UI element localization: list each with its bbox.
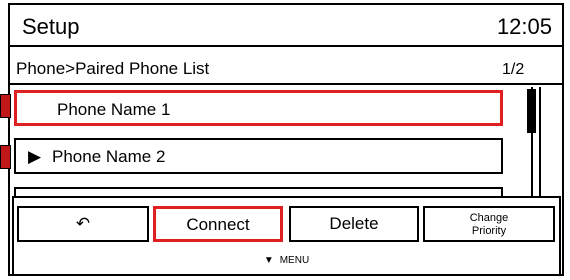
back-icon: ↶ — [75, 214, 91, 233]
menu-panel: ↶ Connect Delete Change Priority ▼ MENU — [12, 196, 561, 276]
list-item-label: Phone Name 2 — [52, 147, 166, 166]
delete-button[interactable]: Delete — [289, 206, 419, 242]
breadcrumb: Phone>Paired Phone List — [16, 59, 210, 78]
play-marker-icon: ▶ — [28, 147, 42, 166]
list-item-label: Phone Name 1 — [57, 100, 171, 119]
delete-label: Delete — [329, 214, 379, 233]
clock: 12:05 — [496, 14, 552, 39]
left-indicator-tab — [0, 145, 11, 169]
menu-hint[interactable]: ▼ MENU — [14, 255, 559, 266]
scrollbar-thumb[interactable] — [527, 89, 536, 133]
page-indicator: 1/2 — [502, 61, 525, 78]
connect-label: Connect — [186, 215, 250, 234]
change-priority-label-line2: Priority — [471, 225, 507, 237]
back-button[interactable]: ↶ — [17, 206, 149, 242]
breadcrumb-row: Phone>Paired Phone List 1/2 — [10, 47, 562, 85]
connect-button[interactable]: Connect — [153, 206, 283, 242]
change-priority-button[interactable]: Change Priority — [423, 206, 555, 242]
menu-down-arrow-icon: ▼ — [263, 255, 274, 266]
header-bar: Setup 12:05 — [10, 5, 562, 47]
list-item-phone-1[interactable]: Phone Name 1 — [14, 90, 503, 126]
list-item-phone-2[interactable]: ▶ Phone Name 2 — [14, 138, 503, 174]
setup-screen: Setup 12:05 Phone>Paired Phone List 1/2 … — [8, 3, 564, 276]
menu-hint-label: MENU — [279, 255, 310, 266]
left-indicator-tab — [0, 94, 11, 118]
change-priority-label-line1: Change — [469, 212, 509, 224]
screen-title: Setup — [22, 14, 80, 39]
